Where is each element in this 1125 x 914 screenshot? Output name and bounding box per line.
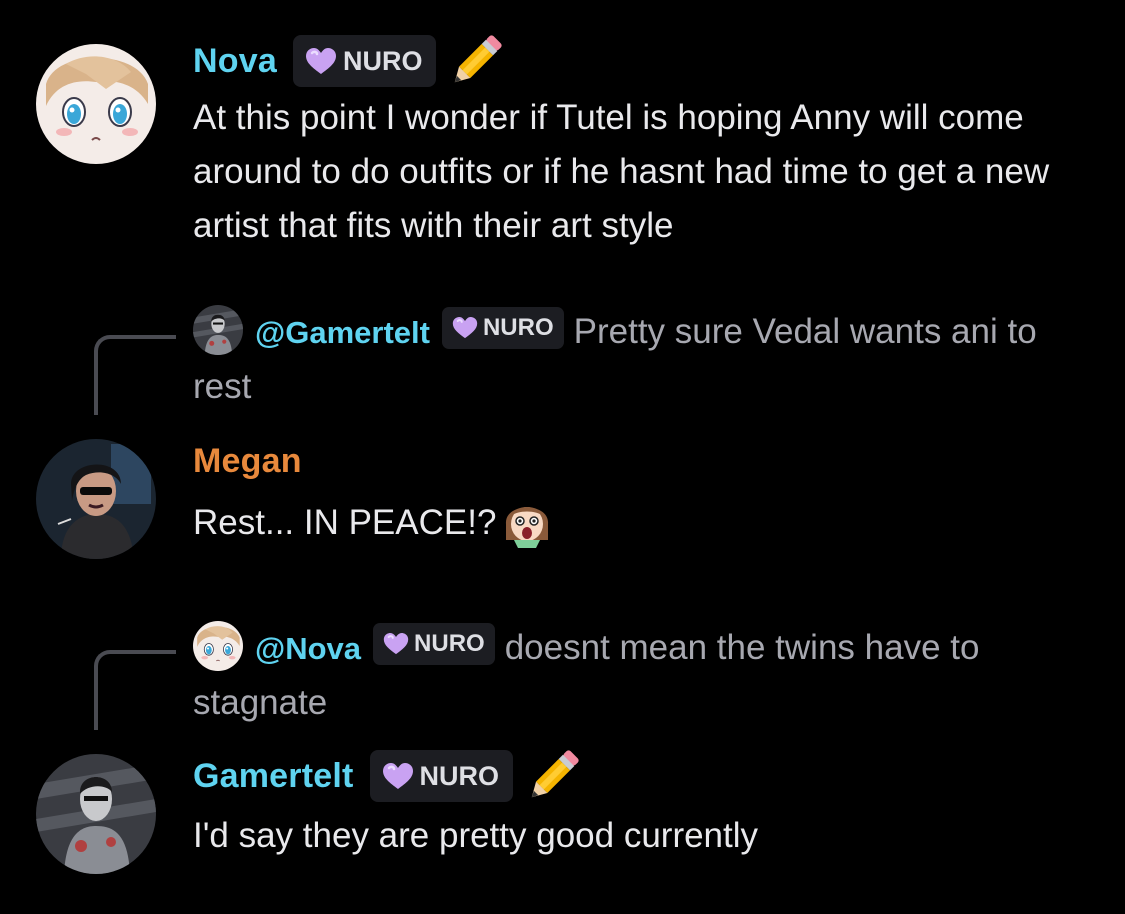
reply-server-tag[interactable]: NURO (373, 622, 495, 665)
reply-mention[interactable]: @Gamertelt (255, 315, 430, 350)
username-gamertelt[interactable]: Gamertelt (193, 757, 354, 796)
reply-connector (94, 650, 176, 730)
anime-girl-avatar-icon (36, 44, 156, 164)
message-text: At this point I wonder if Tutel is hopin… (193, 98, 1050, 245)
message-text-content: Rest... IN PEACE!? (193, 503, 497, 542)
pencil-icon (523, 746, 583, 806)
server-tag-label: NURO (419, 760, 500, 791)
message-text: Rest... IN PEACE!? (193, 494, 1093, 550)
reply-server-tag-label: NURO (414, 629, 485, 657)
reply-server-tag-label: NURO (482, 313, 554, 341)
pencil-icon (446, 31, 506, 91)
purple-heart-icon (452, 316, 478, 339)
server-tag[interactable]: NURO (292, 35, 437, 87)
dark-figure-avatar-icon (193, 305, 243, 355)
dark-figure-avatar-icon (36, 754, 156, 874)
avatar-gamertelt[interactable] (36, 754, 156, 874)
reply-avatar (193, 621, 243, 671)
avatar-megan[interactable] (36, 439, 156, 559)
avatar-nova[interactable] (36, 44, 156, 164)
purple-heart-icon (382, 762, 414, 790)
reply-server-tag[interactable]: NURO (441, 306, 564, 349)
message-text: I'd say they are pretty good currently (193, 816, 759, 855)
reply-mention[interactable]: @Nova (255, 631, 361, 666)
purple-heart-icon (305, 47, 337, 75)
anime-girl-avatar-icon (193, 621, 243, 671)
reply-connector (94, 335, 176, 415)
server-tag-label: NURO (342, 45, 423, 76)
username-nova[interactable]: Nova (193, 42, 277, 81)
server-tag[interactable]: NURO (369, 750, 514, 802)
shocked-girl-emoji-icon[interactable] (500, 494, 554, 548)
reply-avatar (193, 305, 243, 355)
woman-sunglasses-avatar-icon (36, 439, 156, 559)
purple-heart-icon (383, 632, 409, 655)
username-megan[interactable]: Megan (193, 442, 302, 481)
